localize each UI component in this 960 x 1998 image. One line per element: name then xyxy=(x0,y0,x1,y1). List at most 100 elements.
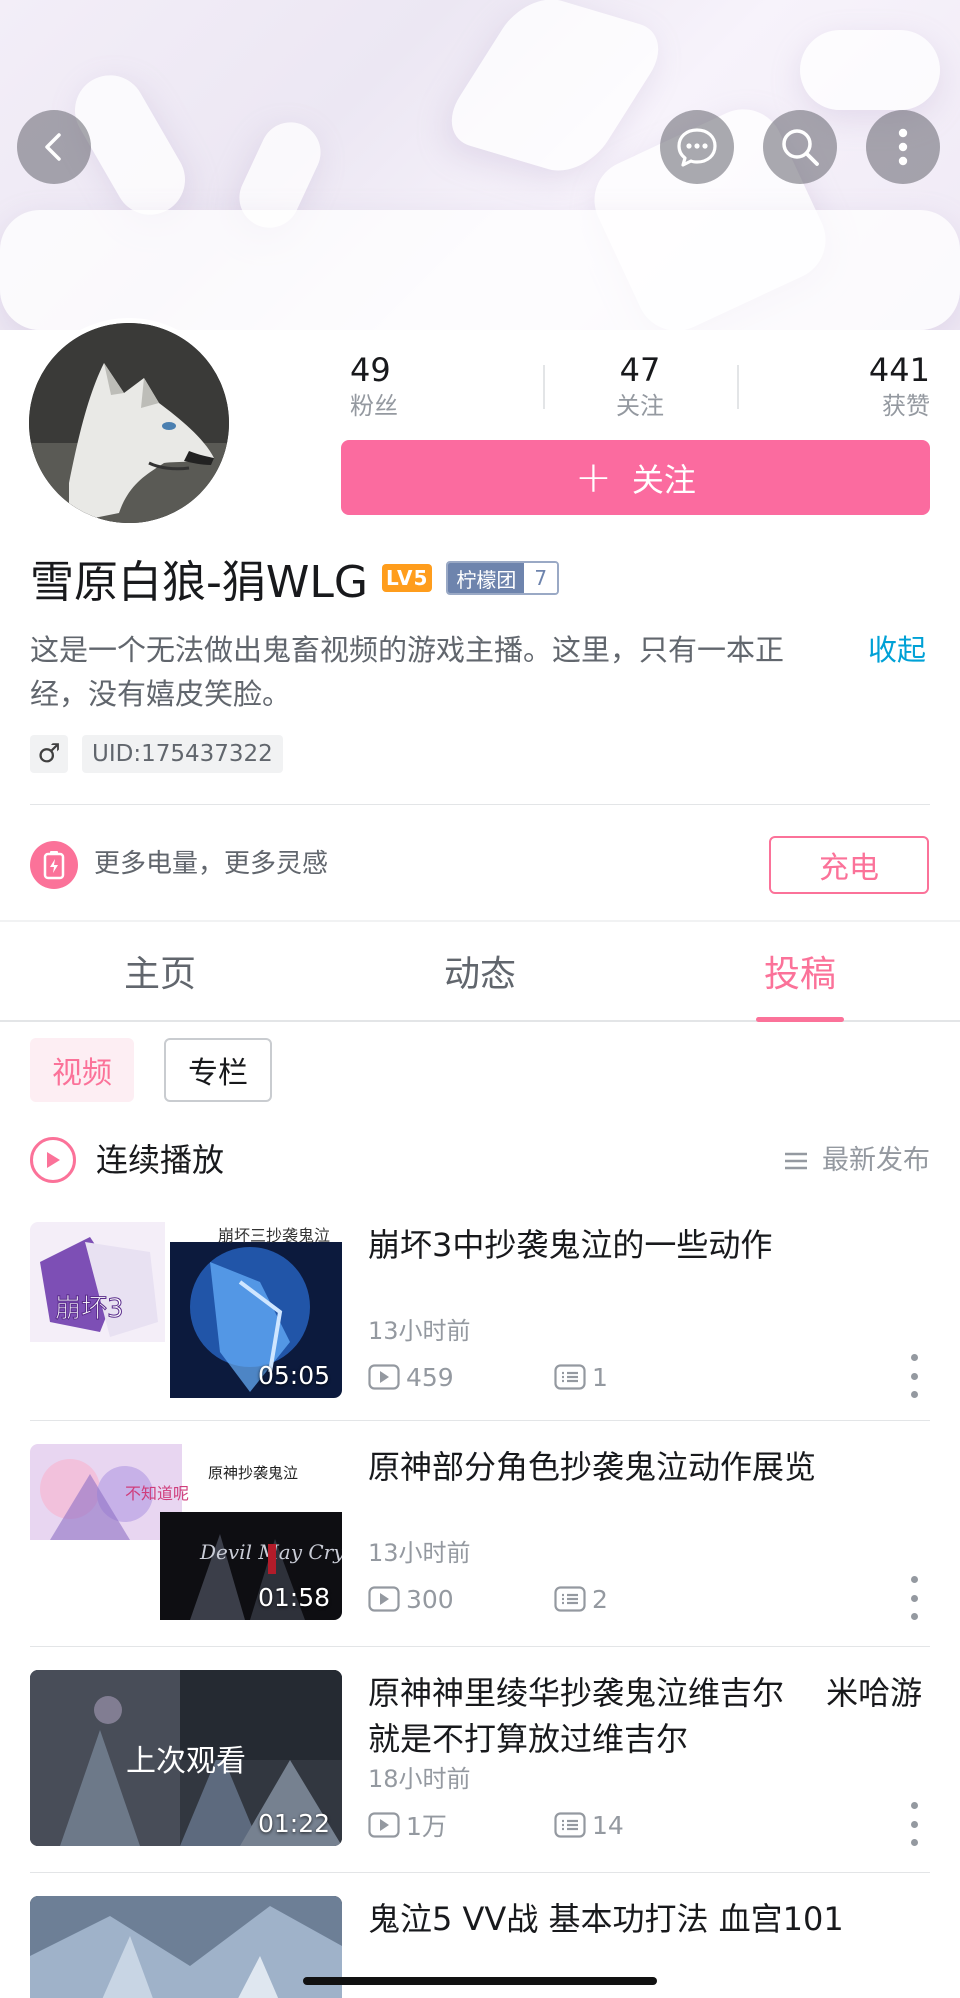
charge-promo-text: 更多电量，更多灵感 xyxy=(94,849,329,879)
thumbnail-image xyxy=(30,1896,342,1998)
comment-count: 1 xyxy=(554,1363,608,1392)
profile-tags: ♂ UID:175437322 xyxy=(30,735,283,773)
profile-stats: 49 粉丝 47 关注 441 获赞 xyxy=(340,350,930,430)
view-count: 459 xyxy=(368,1363,554,1392)
comment-count-value: 14 xyxy=(592,1810,624,1840)
thumbnail-caption: 原神抄袭鬼泣 xyxy=(208,1464,299,1482)
svg-text:崩坏3: 崩坏3 xyxy=(55,1294,124,1324)
fan-medal-name: 柠檬团 xyxy=(448,563,525,593)
more-options-button[interactable] xyxy=(866,110,940,184)
comment-count: 2 xyxy=(554,1585,608,1614)
follow-label: 关注 xyxy=(631,460,696,499)
upload-subtabs: 视频 专栏 xyxy=(30,1038,272,1102)
gender-male-icon: ♂ xyxy=(30,735,68,773)
video-title[interactable]: 崩坏3中抄袭鬼泣的一些动作 xyxy=(368,1222,930,1268)
divider xyxy=(30,804,930,805)
banner-fade xyxy=(0,210,960,330)
video-more-button[interactable] xyxy=(904,1576,924,1620)
level-badge: LV5 xyxy=(382,564,433,592)
video-title[interactable]: 原神神里绫华抄袭鬼泣维吉尔 米哈游就是不打算放过维吉尔 xyxy=(368,1670,930,1762)
video-thumbnail[interactable]: 上次观看 01:22 xyxy=(30,1670,342,1846)
view-count: 1万 xyxy=(368,1807,554,1843)
home-indicator xyxy=(303,1977,657,1985)
thumbnail-caption: 崩坏三抄袭鬼泣 xyxy=(218,1226,331,1245)
video-more-button[interactable] xyxy=(904,1802,924,1846)
sort-button[interactable]: 最新发布 xyxy=(784,1141,930,1181)
video-item[interactable]: 不知道呢 Devil May Cry 5 原神抄袭鬼泣 01:58 原神部分角色… xyxy=(30,1444,930,1620)
tab-home[interactable]: 主页 xyxy=(0,922,320,1020)
comment-count-value: 1 xyxy=(592,1362,608,1392)
sort-label: 最新发布 xyxy=(822,1145,930,1176)
stat-label: 关注 xyxy=(615,392,664,420)
video-thumbnail[interactable]: 崩坏3 崩坏三抄袭鬼泣 05:05 xyxy=(30,1222,342,1398)
stat-likes[interactable]: 441 获赞 xyxy=(736,350,930,430)
avatar[interactable] xyxy=(24,318,234,528)
subtab-articles[interactable]: 专栏 xyxy=(164,1038,272,1102)
view-count: 300 xyxy=(368,1585,554,1614)
stat-label: 获赞 xyxy=(881,392,930,420)
collapse-bio-link[interactable]: 收起 xyxy=(868,628,926,672)
stat-label: 粉丝 xyxy=(350,392,398,420)
divider xyxy=(30,1872,930,1873)
tab-uploads[interactable]: 投稿 xyxy=(640,922,960,1022)
stat-value: 441 xyxy=(868,351,930,389)
play-all-button[interactable]: 连续播放 xyxy=(96,1137,224,1183)
video-meta: 300 2 xyxy=(368,1582,608,1616)
chevron-left-icon xyxy=(45,133,61,161)
divider xyxy=(30,1420,930,1421)
video-title[interactable]: 原神部分角色抄袭鬼泣动作展览 xyxy=(368,1444,930,1490)
fan-medal[interactable]: 柠檬团 7 xyxy=(446,561,560,595)
play-count-icon xyxy=(368,1586,400,1612)
charge-button[interactable]: 充电 xyxy=(769,836,929,894)
uid-tag[interactable]: UID:175437322 xyxy=(82,735,283,773)
stat-value: 49 xyxy=(350,351,391,389)
banner-decoration xyxy=(800,30,940,110)
video-duration: 01:22 xyxy=(257,1809,330,1838)
video-meta: 459 1 xyxy=(368,1360,608,1394)
list-icon xyxy=(785,1152,807,1170)
play-count-icon xyxy=(368,1364,400,1390)
fan-medal-level: 7 xyxy=(524,563,558,593)
video-item[interactable]: 崩坏3 崩坏三抄袭鬼泣 05:05 崩坏3中抄袭鬼泣的一些动作 13小时前 45… xyxy=(30,1222,930,1398)
tab-dynamics[interactable]: 动态 xyxy=(320,922,640,1020)
video-thumbnail[interactable]: 不知道呢 Devil May Cry 5 原神抄袭鬼泣 01:58 xyxy=(30,1444,342,1620)
search-icon xyxy=(782,129,819,166)
video-time: 13小时前 xyxy=(368,1317,471,1345)
charge-row: 更多电量，更多灵感 充电 xyxy=(30,836,930,894)
view-count-value: 1万 xyxy=(406,1812,447,1841)
username: 雪原白狼-狷WLG xyxy=(30,557,368,608)
profile-tabs: 主页 动态 投稿 xyxy=(0,922,960,1022)
message-button[interactable] xyxy=(660,110,734,184)
video-more-button[interactable] xyxy=(904,1354,924,1398)
plus-icon: + xyxy=(575,451,612,503)
video-duration: 01:58 xyxy=(257,1583,330,1612)
search-button[interactable] xyxy=(763,110,837,184)
subtab-videos[interactable]: 视频 xyxy=(30,1038,134,1102)
video-item[interactable]: 上次观看 01:22 原神神里绫华抄袭鬼泣维吉尔 米哈游就是不打算放过维吉尔 1… xyxy=(30,1670,930,1846)
video-meta: 1万 14 xyxy=(368,1808,624,1842)
divider xyxy=(30,1646,930,1647)
stat-value: 47 xyxy=(619,351,661,389)
play-all-row: 连续播放 最新发布 xyxy=(30,1135,930,1187)
follow-button[interactable]: + 关注 xyxy=(341,440,930,515)
play-circle-icon[interactable] xyxy=(30,1137,76,1183)
video-duration: 05:05 xyxy=(257,1361,330,1390)
video-thumbnail[interactable] xyxy=(30,1896,342,1998)
back-button[interactable] xyxy=(17,110,91,184)
video-time: 18小时前 xyxy=(368,1765,471,1793)
video-title[interactable]: 鬼泣5 VV战 基本功打法 血宫101 xyxy=(368,1896,930,1942)
view-count-value: 459 xyxy=(406,1362,454,1392)
comment-icon xyxy=(554,1812,586,1838)
stat-following[interactable]: 47 关注 xyxy=(543,350,736,430)
comment-icon xyxy=(554,1586,586,1612)
comment-count: 14 xyxy=(554,1811,624,1840)
battery-icon xyxy=(30,841,78,889)
comment-count-value: 2 xyxy=(592,1584,608,1614)
stat-fans[interactable]: 49 粉丝 xyxy=(340,350,543,430)
chat-bubble-icon xyxy=(677,128,717,167)
view-count-value: 300 xyxy=(406,1584,454,1614)
video-time: 13小时前 xyxy=(368,1539,471,1567)
svg-text:不知道呢: 不知道呢 xyxy=(125,1484,189,1503)
comment-icon xyxy=(554,1364,586,1390)
profile-bio: 这是一个无法做出鬼畜视频的游戏主播。这里，只有一本正经，没有嬉皮笑脸。 xyxy=(30,633,785,711)
